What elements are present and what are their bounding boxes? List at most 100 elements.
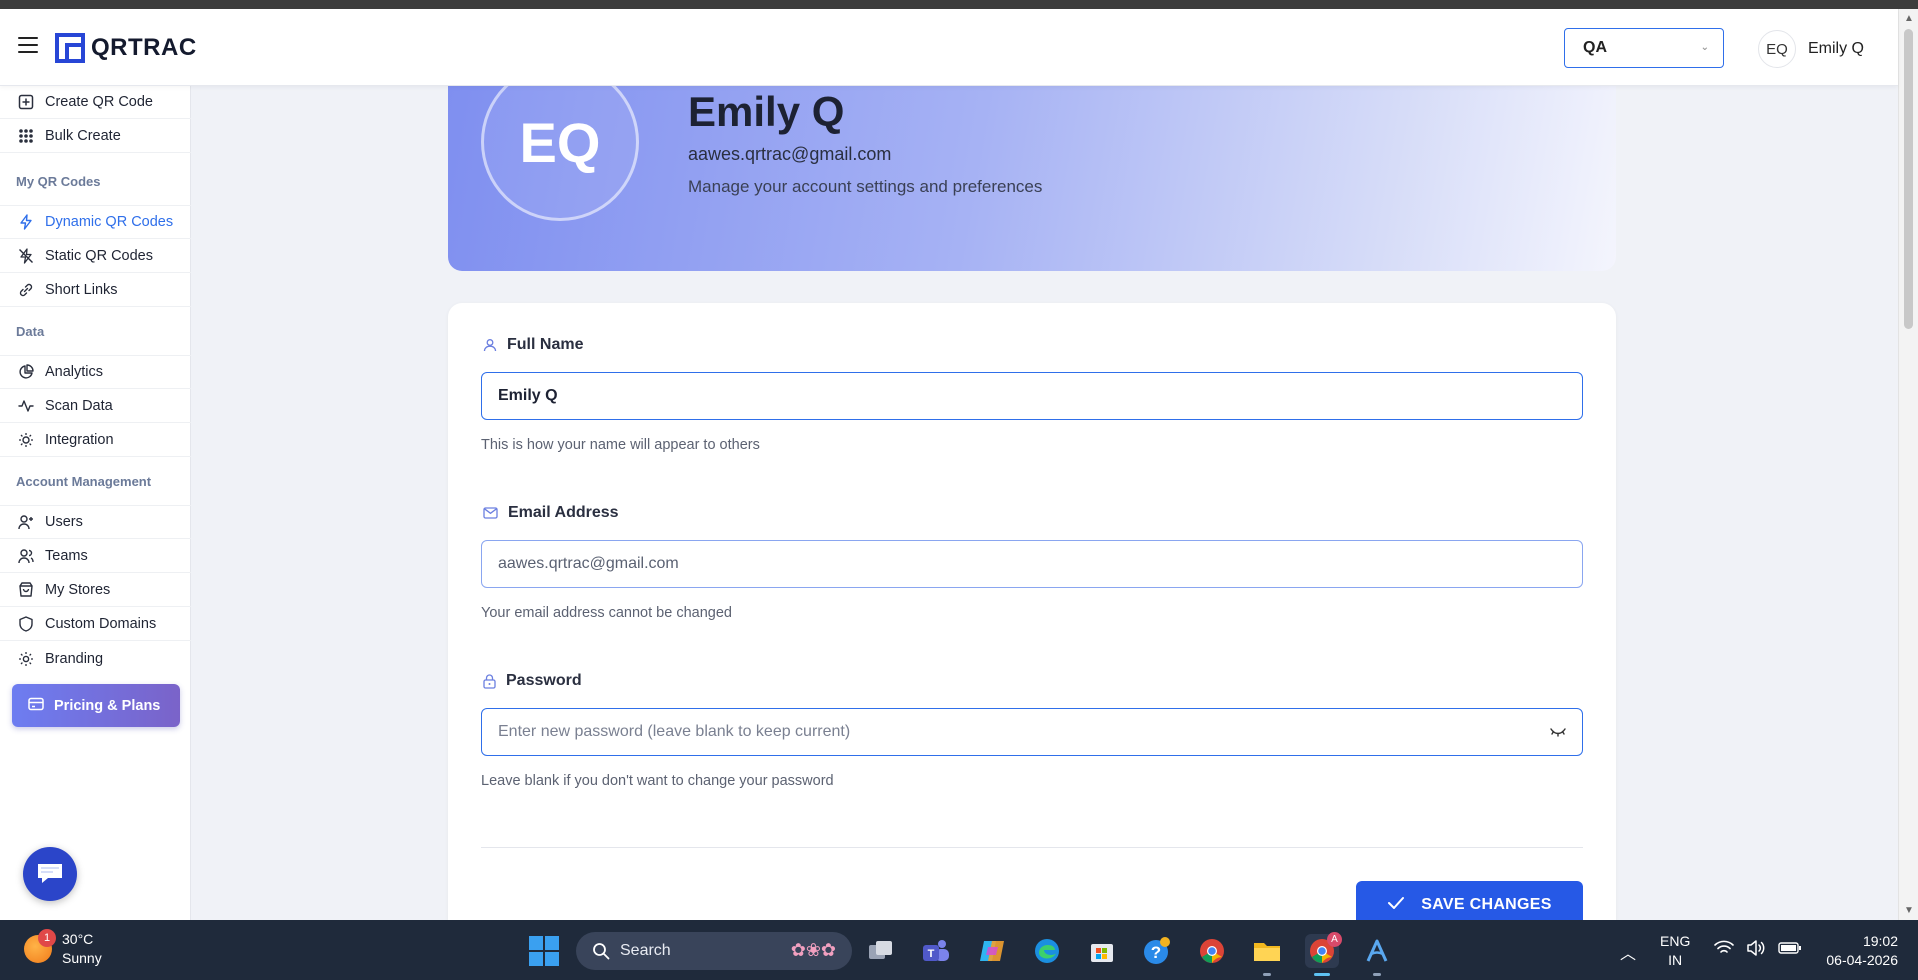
- check-icon: [1387, 896, 1405, 915]
- microsoft-store-icon[interactable]: [1085, 934, 1119, 968]
- chevron-up-icon[interactable]: ︿: [1620, 940, 1636, 964]
- sidebar-item-label: Teams: [45, 548, 88, 564]
- sidebar-item-label: Scan Data: [45, 398, 113, 414]
- profile-subtitle: Manage your account settings and prefere…: [688, 177, 1043, 196]
- lightbulb-icon: [17, 431, 35, 449]
- page-scrollbar[interactable]: ▲ ▼: [1898, 9, 1918, 920]
- sidebar-item-custom-domains[interactable]: Custom Domains: [0, 608, 191, 641]
- profile-avatar: EQ: [481, 63, 639, 221]
- language-indicator[interactable]: ENG IN: [1660, 932, 1690, 970]
- full-name-label: Full Name: [483, 336, 583, 354]
- sidebar-item-create-qr-code[interactable]: Create QR Code: [0, 86, 191, 119]
- browser-top-strip: [0, 0, 1918, 9]
- volume-icon: [1746, 940, 1766, 961]
- sidebar-item-label: Users: [45, 514, 83, 530]
- menu-toggle-icon[interactable]: [18, 37, 38, 53]
- sidebar-item-branding[interactable]: Branding: [0, 642, 191, 675]
- clock-date: 06-04-2026: [1826, 952, 1898, 968]
- sidebar-item-analytics[interactable]: Analytics: [0, 356, 191, 389]
- sidebar-item-static-qr-codes[interactable]: Static QR Codes: [0, 240, 191, 273]
- sidebar-item-bulk-create[interactable]: Bulk Create: [0, 120, 191, 153]
- copilot-icon[interactable]: [975, 934, 1009, 968]
- credit-card-icon: [28, 697, 44, 715]
- sidebar-item-label: Short Links: [45, 282, 118, 298]
- running-indicator: [1373, 973, 1381, 976]
- scroll-down-icon[interactable]: ▼: [1904, 905, 1914, 916]
- user-menu[interactable]: EQ Emily Q: [1758, 30, 1864, 68]
- profile-email: aawes.qrtrac@gmail.com: [688, 144, 892, 164]
- full-name-input[interactable]: [481, 372, 1583, 420]
- system-clock[interactable]: 19:02 06-04-2026: [1810, 932, 1898, 970]
- sidebar-item-label: Create QR Code: [45, 94, 153, 110]
- teams-icon[interactable]: T: [919, 934, 953, 968]
- sidebar-item-label: Analytics: [45, 364, 104, 380]
- mail-icon: [483, 507, 498, 519]
- sidebar-item-integration[interactable]: Integration: [0, 424, 191, 457]
- language-code: ENG: [1660, 933, 1691, 949]
- arc-app-icon[interactable]: [1360, 934, 1394, 976]
- avatar: EQ: [1758, 30, 1796, 68]
- save-changes-label: SAVE CHANGES: [1421, 896, 1552, 913]
- full-name-help: This is how your name will appear to oth…: [481, 437, 760, 453]
- profile-name: Emily Q: [688, 88, 845, 135]
- file-explorer-icon[interactable]: [1250, 934, 1284, 976]
- sidebar-item-users[interactable]: Users: [0, 506, 191, 539]
- sidebar-item-scan-data[interactable]: Scan Data: [0, 390, 191, 423]
- weather-temp: 30°C: [62, 931, 94, 947]
- email-label: Email Address: [483, 504, 619, 522]
- scroll-thumb[interactable]: [1904, 29, 1913, 329]
- chat-widget-button[interactable]: [23, 847, 77, 901]
- chat-bubble-icon: [35, 859, 65, 890]
- logo-mark-icon: [55, 33, 85, 63]
- svg-text:?: ?: [1151, 943, 1161, 962]
- password-label: Password: [483, 672, 582, 690]
- help-icon[interactable]: ?: [1140, 934, 1174, 968]
- sidebar-item-short-links[interactable]: Short Links: [0, 274, 191, 307]
- section-title-my-qr-codes: My QR Codes: [16, 174, 101, 189]
- sidebar-item-my-stores[interactable]: My Stores: [0, 574, 191, 607]
- taskbar-search[interactable]: Search ✿❀✿: [576, 932, 852, 970]
- sidebar-item-label: Dynamic QR Codes: [45, 214, 174, 230]
- search-icon: [592, 942, 610, 960]
- user-name: Emily Q: [1808, 40, 1864, 57]
- sidebar-item-dynamic-qr-codes[interactable]: Dynamic QR Codes: [0, 206, 191, 239]
- section-title-account-management: Account Management: [16, 474, 152, 489]
- grid-dots-icon: [17, 127, 35, 145]
- cherry-blossom-icon: ✿❀✿: [790, 940, 836, 960]
- app-logo[interactable]: QRTRAC: [55, 33, 197, 63]
- user-plus-icon: [17, 513, 35, 531]
- zap-off-icon: [17, 247, 35, 265]
- search-label: Search: [620, 942, 671, 959]
- password-input[interactable]: [481, 708, 1583, 756]
- chrome-profile-icon[interactable]: A: [1305, 932, 1342, 976]
- chrome-profile-badge: A: [1327, 932, 1342, 947]
- edge-icon[interactable]: [1030, 934, 1064, 968]
- task-view-icon[interactable]: [864, 934, 898, 968]
- app-name: QRTRAC: [91, 34, 197, 61]
- chrome-icon[interactable]: [1195, 934, 1229, 968]
- weather-widget[interactable]: 1 30°C Sunny: [24, 929, 102, 968]
- scroll-up-icon[interactable]: ▲: [1904, 13, 1914, 24]
- lightning-icon: [17, 213, 35, 231]
- environment-select[interactable]: QA ⌄: [1564, 28, 1724, 68]
- chevron-down-icon: ⌄: [1700, 42, 1709, 53]
- pie-chart-icon: [17, 363, 35, 381]
- form-divider: [481, 847, 1583, 848]
- weather-desc: Sunny: [62, 950, 102, 966]
- start-button[interactable]: [529, 936, 559, 966]
- lock-icon: [483, 673, 496, 689]
- battery-icon: [1778, 941, 1802, 960]
- eye-off-icon[interactable]: [1549, 725, 1567, 744]
- top-header: QRTRAC QA ⌄ EQ Emily Q: [0, 9, 1898, 86]
- section-title-data: Data: [16, 324, 45, 339]
- system-tray[interactable]: [1714, 940, 1802, 961]
- password-label-text: Password: [506, 672, 582, 689]
- email-field: [481, 540, 1583, 588]
- sidebar: Create QR Code Bulk Create My QR Codes D…: [0, 86, 191, 920]
- plus-square-icon: [17, 93, 35, 111]
- pricing-plans-button[interactable]: Pricing & Plans: [12, 684, 180, 727]
- shield-icon: [17, 615, 35, 633]
- password-help: Leave blank if you don't want to change …: [481, 773, 834, 789]
- sidebar-item-teams[interactable]: Teams: [0, 540, 191, 573]
- sun-icon: [17, 650, 35, 668]
